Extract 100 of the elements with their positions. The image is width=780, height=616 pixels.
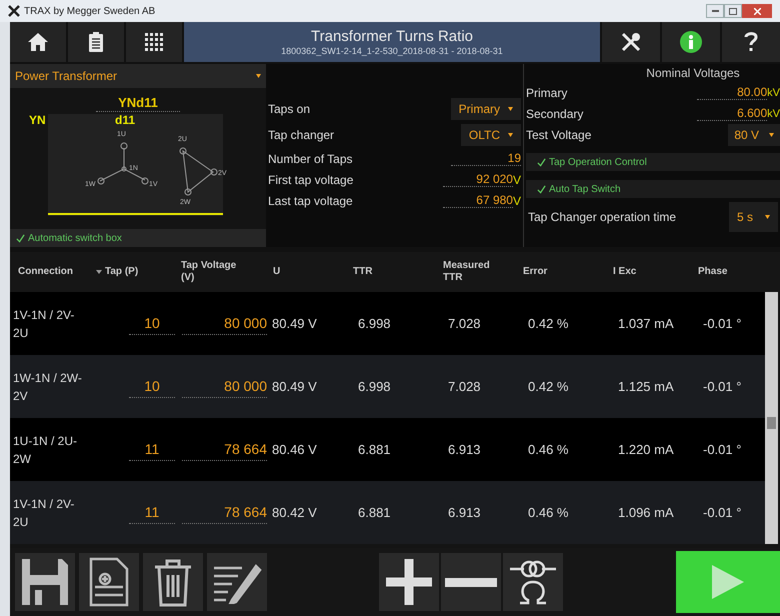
help-button[interactable]: [722, 22, 780, 62]
column-header[interactable]: Phase: [698, 266, 728, 278]
table-cell: 0.42 %: [528, 316, 568, 330]
delta-winding-drawing: [180, 148, 218, 196]
apps-button[interactable]: [126, 22, 182, 62]
field-label: First tap voltage: [268, 172, 354, 188]
column-header[interactable]: U: [273, 266, 280, 278]
value-field[interactable]: 67 980: [442, 193, 513, 208]
info-icon: [680, 31, 702, 53]
save-button[interactable]: [15, 553, 75, 611]
caret-icon: [508, 133, 513, 137]
table-cell: 1.096 mA: [618, 504, 674, 520]
unit-label: V: [512, 173, 521, 187]
automatic-switch-box-toggle[interactable]: Automatic switch box: [10, 229, 266, 247]
tap-changer-dropdown[interactable]: OLTC: [460, 124, 521, 146]
minus-icon: [445, 578, 497, 586]
minimize-icon: [712, 10, 718, 12]
add-button[interactable]: [379, 553, 439, 611]
column-header[interactable]: Tap Voltage (V): [181, 260, 241, 284]
edit-button[interactable]: [207, 553, 267, 611]
unit-label: kV: [767, 86, 780, 100]
field-label: Last tap voltage: [268, 192, 353, 210]
clipboard-icon: [89, 32, 103, 52]
new-report-button[interactable]: [79, 553, 139, 611]
winding-resistance-button[interactable]: [503, 553, 563, 611]
section-title: Nominal Voltages: [645, 65, 741, 82]
window-title: TRAX by Megger Sweden AB: [24, 4, 156, 18]
home-button[interactable]: [10, 22, 66, 62]
transformer-type-dropdown[interactable]: Power Transformer: [10, 64, 266, 88]
table-cell: 80.49 V: [272, 378, 317, 394]
info-button[interactable]: [662, 22, 720, 62]
save-icon: [20, 557, 70, 607]
field-label: Secondary: [526, 106, 584, 122]
start-button[interactable]: [676, 551, 780, 613]
field-label: Test Voltage: [526, 126, 592, 144]
table-cell: 6.913: [448, 504, 481, 520]
play-icon: [712, 565, 744, 599]
table-cell: -0.01 °: [703, 442, 742, 456]
maximize-button[interactable]: [724, 4, 742, 18]
table-cell: 80.42 V: [272, 504, 317, 520]
close-button[interactable]: [742, 4, 772, 18]
table-cell-text: 1V-1N / 2V-2U: [13, 496, 76, 530]
tap-field[interactable]: 78 664: [182, 502, 267, 524]
operation-time-dropdown[interactable]: 5 s: [728, 202, 778, 232]
test-voltage-dropdown[interactable]: 80 V: [728, 124, 780, 146]
tap-field[interactable]: 11: [129, 502, 175, 524]
tap-field[interactable]: 80 000: [182, 376, 267, 398]
table-cell: 6.998: [358, 316, 391, 330]
help-icon: [744, 31, 758, 53]
taps-on-dropdown[interactable]: Primary: [450, 98, 521, 120]
report-button[interactable]: [68, 22, 124, 62]
star-winding-drawing: [98, 142, 148, 184]
caret-icon: [765, 215, 770, 219]
table-cell: 6.881: [358, 504, 391, 520]
home-icon: [27, 32, 49, 52]
minimize-button[interactable]: [706, 4, 724, 18]
table-cell: 7.028: [448, 378, 481, 394]
value-field[interactable]: 6.600: [697, 106, 768, 121]
table-cell: 1.037 mA: [618, 316, 674, 330]
tap-field[interactable]: 10: [129, 376, 175, 398]
check-icon: [537, 184, 546, 194]
app-logo-icon: [8, 5, 20, 17]
maximize-icon: [729, 8, 737, 14]
table-cell: 80.49 V: [272, 316, 317, 330]
value-field[interactable]: 80.00: [697, 85, 768, 100]
column-header[interactable]: I Exc: [613, 266, 636, 278]
column-header[interactable]: Connection: [18, 266, 73, 278]
remove-button[interactable]: [441, 553, 501, 611]
column-header[interactable]: Error: [523, 266, 548, 278]
caret-icon: [769, 132, 774, 136]
column-header[interactable]: TTR: [353, 266, 372, 278]
option-toggle[interactable]: Auto Tap Switch: [526, 180, 780, 198]
tap-field[interactable]: 78 664: [182, 438, 267, 460]
tap-field[interactable]: 11: [129, 438, 175, 460]
table-cell-text: 1W-1N / 2W-2V: [13, 370, 83, 404]
table-cell-text: 1V-1N / 2V-2U: [13, 306, 76, 342]
tap-field[interactable]: 80 000: [182, 312, 267, 334]
vector-group-value: YNd11: [96, 95, 180, 112]
scrollbar[interactable]: [765, 292, 778, 544]
column-header[interactable]: Measured TTR: [443, 260, 497, 284]
tools-button[interactable]: [602, 22, 660, 62]
check-icon: [537, 158, 546, 166]
tap-field[interactable]: 10: [129, 312, 175, 334]
unit-label: V: [512, 194, 521, 208]
table-cell: 80.46 V: [272, 442, 317, 456]
value-field[interactable]: 92 020: [442, 172, 513, 187]
table-cell: 0.46 %: [528, 442, 568, 456]
option-toggle[interactable]: Tap Operation Control: [526, 153, 780, 171]
table-cell: 6.998: [358, 378, 391, 394]
table-cell: 7.028: [448, 316, 481, 330]
screen-subtitle: 1800362_SW1-2-14_1-2-530_2018-08-31 - 2018-08-31: [281, 44, 503, 56]
tools-icon: [620, 31, 642, 53]
delete-button[interactable]: [143, 553, 203, 611]
grid-icon: [145, 33, 163, 51]
close-icon: [754, 8, 760, 14]
column-header[interactable]: Tap (P): [105, 266, 138, 278]
table-cell-text: 1U-1N / 2U-2W: [13, 432, 78, 468]
caret-icon: [508, 107, 513, 111]
unit-label: kV: [767, 107, 780, 121]
value-field[interactable]: 19: [451, 151, 521, 166]
